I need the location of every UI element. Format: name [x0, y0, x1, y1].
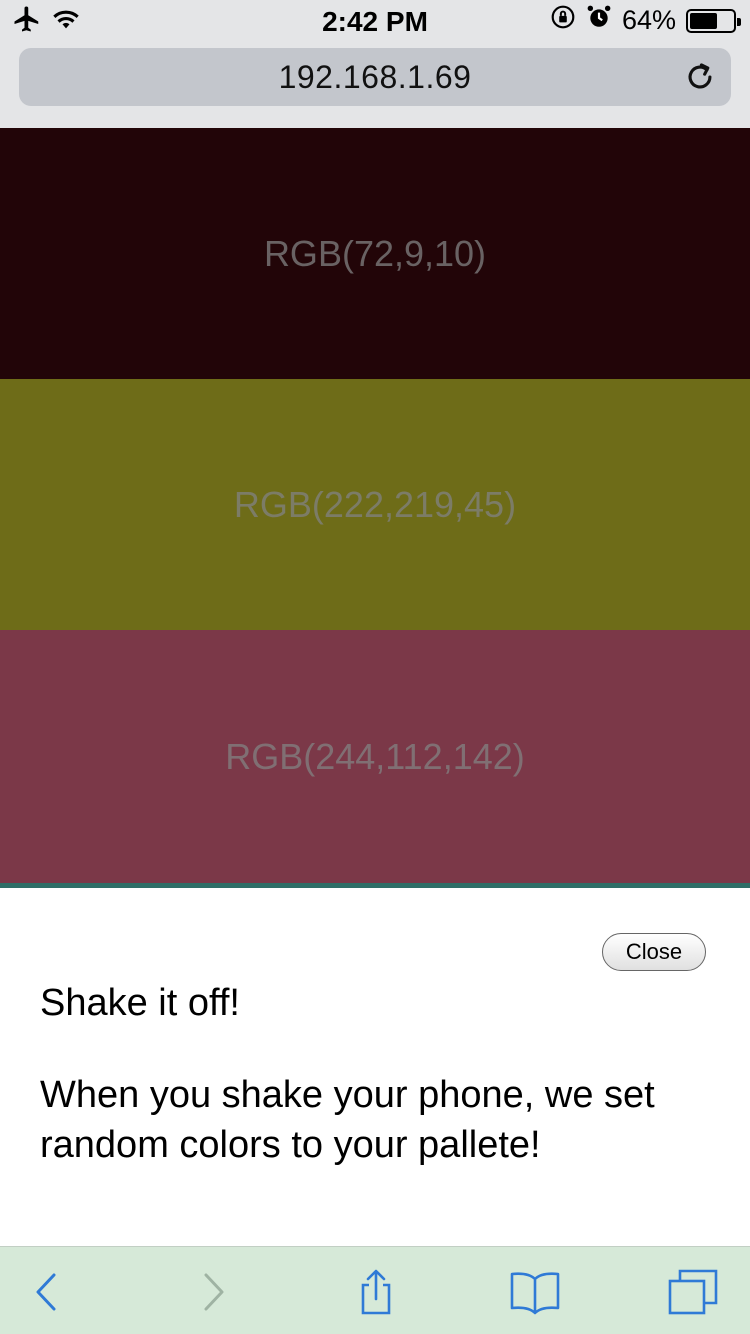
color-swatch-1[interactable]: RGB(72,9,10) [0, 128, 750, 379]
status-bar: 2:42 PM 64% [0, 0, 750, 40]
battery-icon [686, 8, 741, 33]
color-swatch-2[interactable]: RGB(222,219,45) [0, 379, 750, 630]
modal-title: Shake it off! [40, 982, 240, 1024]
reload-icon[interactable] [683, 60, 717, 94]
close-button[interactable]: Close [602, 933, 706, 971]
screen: 2:42 PM 64% 192.168.1.69 RGB(72,9,10) RG… [0, 0, 750, 1334]
swatch-label: RGB(72,9,10) [263, 232, 487, 274]
rotation-lock-icon [550, 4, 576, 37]
alarm-icon [586, 4, 612, 37]
shake-info-modal: Close Shake it off! When you shake your … [0, 888, 750, 1246]
color-swatch-3[interactable]: RGB(244,112,142) [0, 630, 750, 883]
bookmarks-icon[interactable] [508, 1269, 562, 1315]
swatch-label: RGB(222,219,45) [233, 483, 517, 525]
url-text: 192.168.1.69 [278, 58, 472, 95]
browser-chrome: 2:42 PM 64% 192.168.1.69 [0, 0, 750, 128]
battery-percent: 64% [621, 5, 676, 35]
address-bar[interactable]: 192.168.1.69 [19, 48, 731, 106]
share-icon[interactable] [352, 1269, 400, 1315]
battery-fill [690, 12, 717, 29]
color-palette: RGB(72,9,10) RGB(222,219,45) RGB(244,112… [0, 128, 750, 889]
status-right: 64% [550, 4, 741, 37]
battery-tip [737, 17, 741, 26]
forward-icon[interactable] [188, 1269, 236, 1315]
back-icon[interactable] [24, 1269, 72, 1315]
tabs-icon[interactable] [666, 1269, 720, 1315]
browser-toolbar [0, 1246, 750, 1334]
swatch-label: RGB(244,112,142) [225, 735, 525, 777]
modal-body: When you shake your phone, we set random… [40, 1074, 655, 1166]
